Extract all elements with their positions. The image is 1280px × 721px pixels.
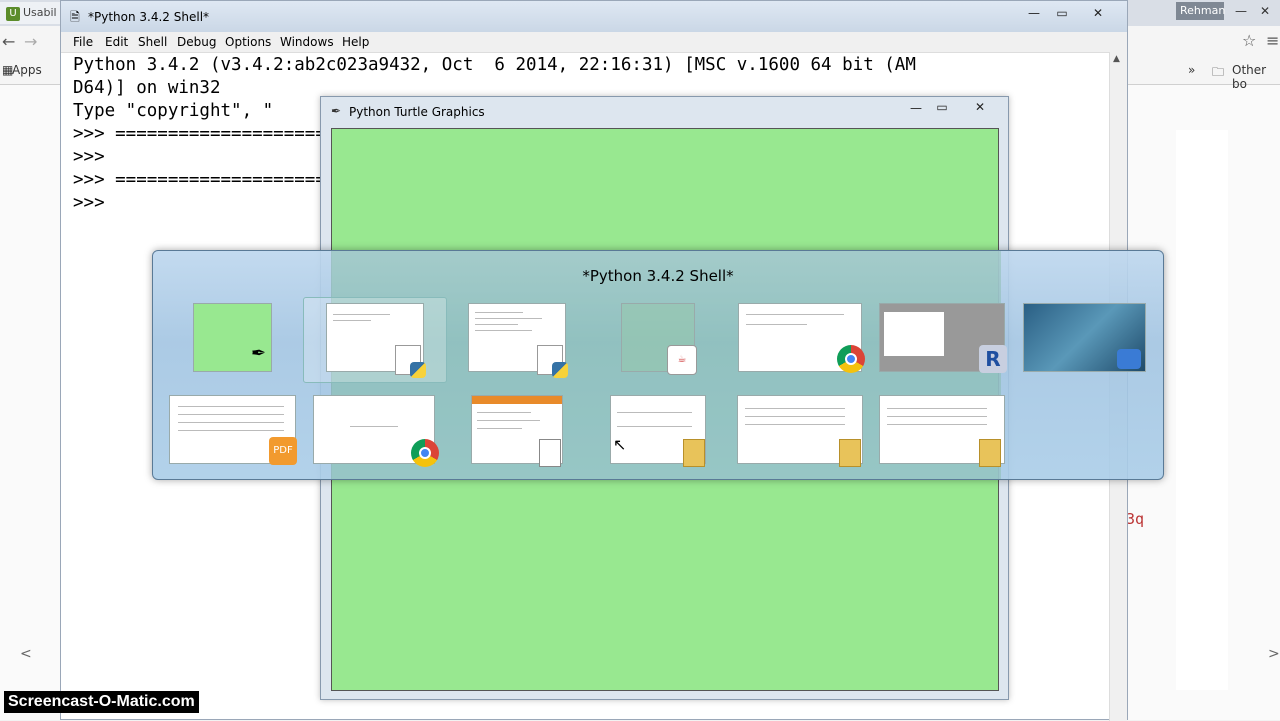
bookmarks-overflow-icon[interactable]: » xyxy=(1188,63,1195,77)
pdf-icon: PDF xyxy=(269,437,297,465)
switcher-title: *Python 3.4.2 Shell* xyxy=(582,267,734,285)
chevron-left-icon[interactable]: < xyxy=(20,646,32,662)
chrome-page-content xyxy=(1176,130,1228,690)
python-file-icon: 🗎 xyxy=(70,10,80,24)
page-red-text: 3q xyxy=(1126,510,1145,528)
turtle-minimize-button[interactable]: — xyxy=(903,99,929,117)
shell-menubar: File Edit Shell Debug Options Windows He… xyxy=(61,32,1127,53)
folder-icon: 🗀 xyxy=(1212,65,1225,79)
shell-close-button[interactable]: ✕ xyxy=(1085,4,1111,22)
chrome-menu-icon[interactable]: ≡ xyxy=(1266,31,1279,50)
bookmark-star-icon[interactable]: ☆ xyxy=(1242,31,1256,50)
menu-edit[interactable]: Edit xyxy=(105,35,128,49)
site-favicon: U xyxy=(6,7,20,21)
desktop-icon xyxy=(1117,349,1141,369)
menu-debug[interactable]: Debug xyxy=(177,35,216,49)
folder-icon xyxy=(839,439,861,467)
shell-restore-button[interactable]: ▭ xyxy=(1049,4,1075,22)
shell-minimize-button[interactable]: — xyxy=(1021,4,1047,22)
python-file-icon xyxy=(537,345,568,378)
turtle-title: Python Turtle Graphics xyxy=(349,105,485,119)
shell-titlebar[interactable]: 🗎 *Python 3.4.2 Shell* — ▭ ✕ xyxy=(61,1,1127,32)
menu-shell[interactable]: Shell xyxy=(138,35,167,49)
python-file-icon xyxy=(395,345,426,378)
apps-bookmark[interactable]: Apps xyxy=(12,63,42,77)
turtle-close-button[interactable]: ✕ xyxy=(967,98,993,116)
java-icon: ☕ xyxy=(667,345,697,375)
scroll-up-icon[interactable]: ▲ xyxy=(1113,54,1120,64)
folder-icon xyxy=(683,439,705,467)
menu-windows[interactable]: Windows xyxy=(280,35,334,49)
chrome-tab[interactable]: U Usabil xyxy=(0,2,60,24)
chevron-right-icon[interactable]: > xyxy=(1268,646,1280,662)
turtle-restore-button[interactable]: ▭ xyxy=(929,98,955,116)
mouse-cursor-icon: ↖ xyxy=(613,435,627,454)
screencast-watermark: Screencast-O-Matic.com xyxy=(4,691,199,713)
feather-icon: ✒ xyxy=(331,104,342,118)
menu-file[interactable]: File xyxy=(73,35,93,49)
shell-line: Python 3.4.2 (v3.4.2:ab2c023a9432, Oct 6… xyxy=(73,55,916,75)
other-bookmarks[interactable]: Other bo xyxy=(1232,63,1280,91)
feather-icon: ✒ xyxy=(251,343,267,364)
folder-icon xyxy=(979,439,1001,467)
menu-help[interactable]: Help xyxy=(342,35,369,49)
shell-title: *Python 3.4.2 Shell* xyxy=(88,10,210,24)
document-icon xyxy=(539,439,561,467)
chrome-close-button[interactable]: ✕ xyxy=(1252,3,1278,19)
chrome-user-badge[interactable]: Rehman xyxy=(1176,2,1225,20)
menu-options[interactable]: Options xyxy=(225,35,271,49)
chrome-icon xyxy=(837,345,865,373)
r-icon: R xyxy=(979,345,1007,373)
chrome-minimize-button[interactable]: — xyxy=(1228,3,1254,19)
back-arrow-icon[interactable]: ← xyxy=(2,32,15,51)
chrome-icon xyxy=(411,439,439,467)
forward-arrow-icon[interactable]: → xyxy=(24,32,37,51)
chrome-tab-label: Usabil xyxy=(23,6,57,19)
alt-tab-switcher: *Python 3.4.2 Shell* ✒ ☕ R PDF ↖ xyxy=(152,250,1164,480)
